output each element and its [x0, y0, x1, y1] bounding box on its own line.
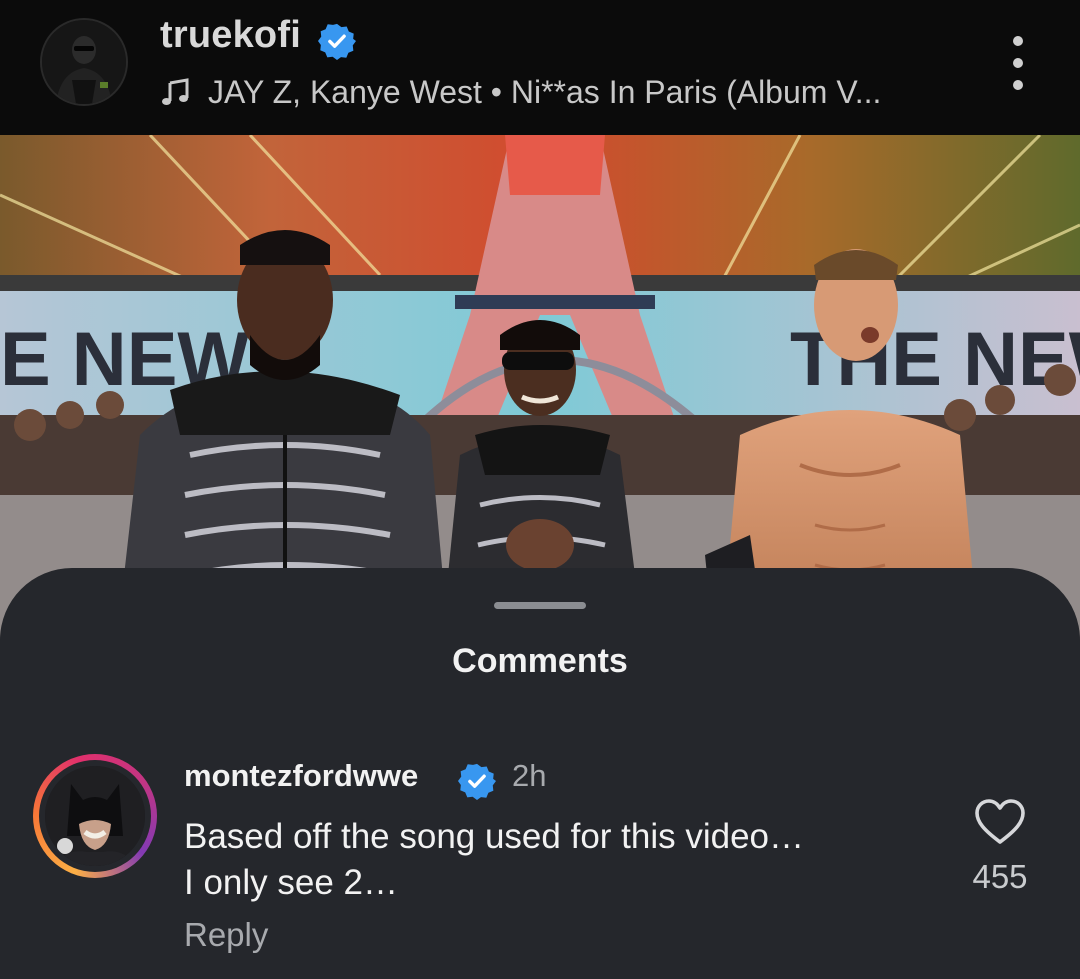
- post-username[interactable]: truekofi: [160, 14, 301, 57]
- music-attribution[interactable]: JAY Z, Kanye West • Ni**as In Paris (Alb…: [160, 70, 881, 114]
- comments-sheet: Comments montezfordwwe 2h Based off the …: [0, 568, 1080, 979]
- comment-username[interactable]: montezfordwwe: [184, 758, 418, 794]
- like-count: 455: [972, 858, 1028, 895]
- music-title: JAY Z, Kanye West • Ni**as In Paris (Alb…: [208, 73, 882, 110]
- sheet-drag-handle[interactable]: [494, 602, 586, 609]
- verified-badge-icon: [318, 23, 356, 60]
- reply-button[interactable]: Reply: [184, 916, 268, 954]
- sheet-title: Comments: [452, 642, 628, 680]
- comment-body: Based off the song used for this video… …: [184, 814, 944, 906]
- heart-outline-icon[interactable]: [974, 798, 1026, 846]
- music-note-icon: [162, 78, 189, 105]
- profile-avatar[interactable]: [33, 754, 157, 878]
- verified-badge-icon: [458, 763, 496, 800]
- comment-text-line: I only see 2…: [184, 863, 398, 902]
- post-header: truekofi JAY Z, Kanye West • Ni**as In P…: [0, 0, 1080, 135]
- comment-timestamp: 2h: [512, 758, 547, 793]
- profile-avatar[interactable]: [42, 20, 126, 104]
- comment-text-line: Based off the song used for this video…: [184, 817, 805, 856]
- more-vertical-icon[interactable]: [1000, 36, 1036, 90]
